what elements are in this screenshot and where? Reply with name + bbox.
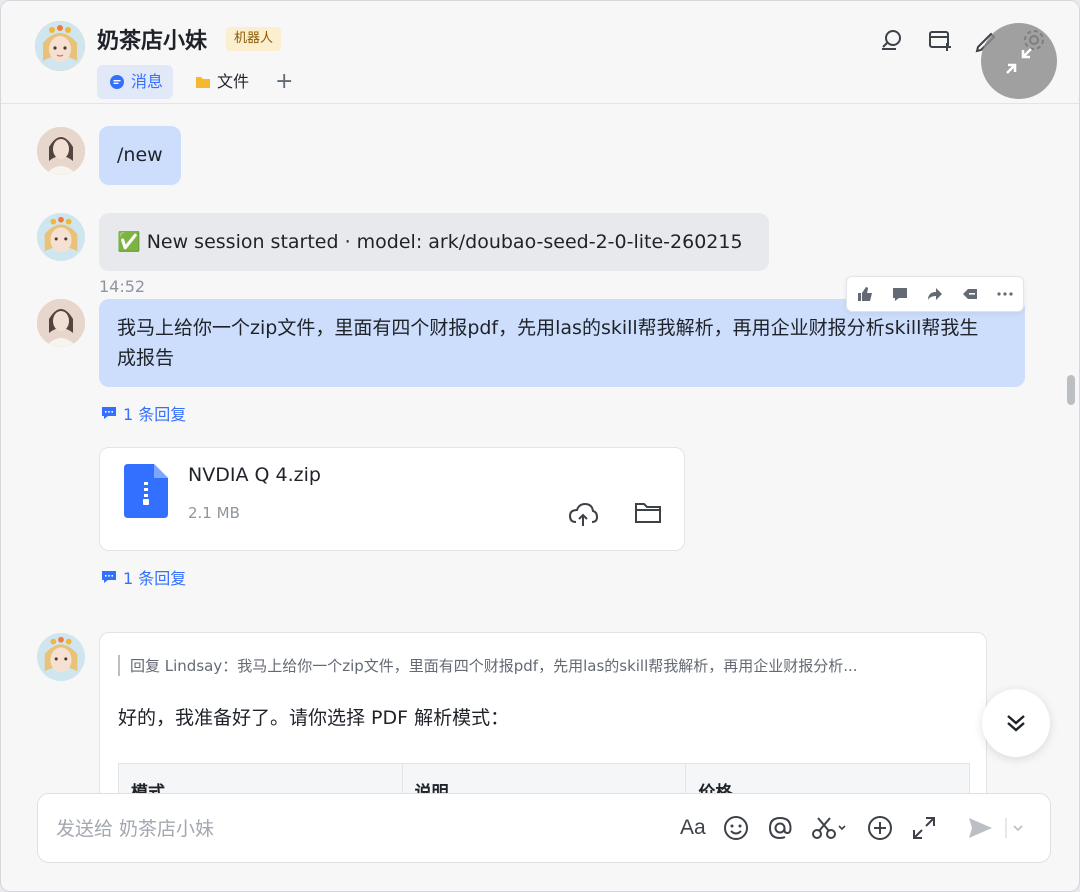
zip-file-icon [124,464,168,518]
file-name: NVDIA Q 4.zip [188,464,321,486]
folder-icon [196,77,210,88]
collapse-window-button[interactable] [981,23,1057,99]
thumbs-up-icon[interactable] [855,284,875,304]
expand-editor-icon[interactable] [910,814,938,842]
tab-files[interactable]: 文件 [183,65,259,99]
bot-avatar[interactable] [35,21,85,71]
send-options-chevron-icon[interactable] [1004,814,1024,842]
message-action-toolbar [846,276,1024,312]
comment-icon[interactable] [890,284,910,304]
text-format-icon[interactable]: Aa [680,816,708,844]
thread-reply-count: 1 条回复 [123,569,187,588]
bot-badge: 机器人 [226,27,282,51]
double-chevron-down-icon [1007,715,1025,732]
chat-window: 奶茶店小妹 机器人 消息 文件 + /new ✅ New session sta… [0,0,1080,892]
user-message-new[interactable]: /new [99,126,181,185]
screenshot-scissors-icon[interactable] [810,814,850,842]
file-attachment-card[interactable]: NVDIA Q 4.zip 2.1 MB [99,447,685,551]
bot-session-message[interactable]: ✅ New session started · model: ark/douba… [99,213,769,271]
collapse-arrows-icon [1006,48,1032,74]
user-request-message[interactable]: 我马上给你一个zip文件，里面有四个财报pdf，先用las的skill帮我解析，… [99,299,1025,387]
send-icon[interactable] [966,814,994,842]
chat-title: 奶茶店小妹 [97,29,208,54]
chat-bubble-icon [110,75,124,89]
file-size: 2.1 MB [188,504,240,522]
add-circle-icon[interactable] [866,814,894,842]
add-window-icon[interactable] [927,27,953,53]
scrollbar-thumb[interactable] [1067,375,1075,405]
open-folder-icon[interactable] [634,500,662,528]
thread-icon [102,571,116,583]
thread-icon [102,407,116,419]
search-icon[interactable] [879,27,905,53]
chat-header: 奶茶店小妹 机器人 消息 文件 + [1,1,1079,104]
thread-reply-link[interactable]: 1 条回复 [101,401,186,425]
user-avatar[interactable] [37,299,85,347]
message-timestamp: 14:52 [99,277,146,296]
user-avatar[interactable] [37,127,85,175]
message-composer: Aa [37,793,1051,863]
more-icon[interactable] [995,284,1015,304]
bot-avatar-message[interactable] [37,633,85,681]
mention-icon[interactable] [766,814,794,842]
bot-reply-text: 好的，我准备好了。请你选择 PDF 解析模式： [118,707,510,729]
add-tab-button[interactable]: + [275,67,293,97]
scroll-to-bottom-button[interactable] [982,689,1050,757]
tab-files-label: 文件 [217,72,250,91]
bot-avatar-message[interactable] [37,213,85,261]
thread-reply-count: 1 条回复 [123,405,187,424]
tab-messages-label: 消息 [131,72,164,91]
forward-icon[interactable] [925,284,945,304]
quoted-message[interactable]: 回复 Lindsay：我马上给你一个zip文件，里面有四个财报pdf，先用las… [118,655,968,676]
message-input[interactable] [56,812,656,846]
cloud-upload-icon[interactable] [568,500,599,528]
quote-reply-icon[interactable] [960,284,980,304]
tab-messages[interactable]: 消息 [97,65,174,99]
emoji-icon[interactable] [722,814,750,842]
thread-reply-link-file[interactable]: 1 条回复 [101,565,186,589]
